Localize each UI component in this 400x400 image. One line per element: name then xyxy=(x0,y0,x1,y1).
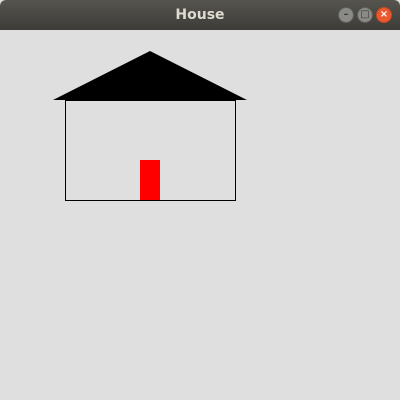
house-door xyxy=(140,160,160,200)
minimize-button[interactable]: – xyxy=(338,7,354,23)
minimize-icon: – xyxy=(343,9,349,20)
maximize-button[interactable]: □ xyxy=(357,7,373,23)
title-bar[interactable]: House – □ × xyxy=(0,0,400,30)
close-button[interactable]: × xyxy=(376,7,392,23)
drawing-canvas xyxy=(0,30,400,400)
maximize-icon: □ xyxy=(360,9,370,20)
house-window: House – □ × xyxy=(0,0,400,400)
close-icon: × xyxy=(379,9,389,20)
house-drawing xyxy=(53,51,247,201)
house-roof xyxy=(53,51,247,100)
